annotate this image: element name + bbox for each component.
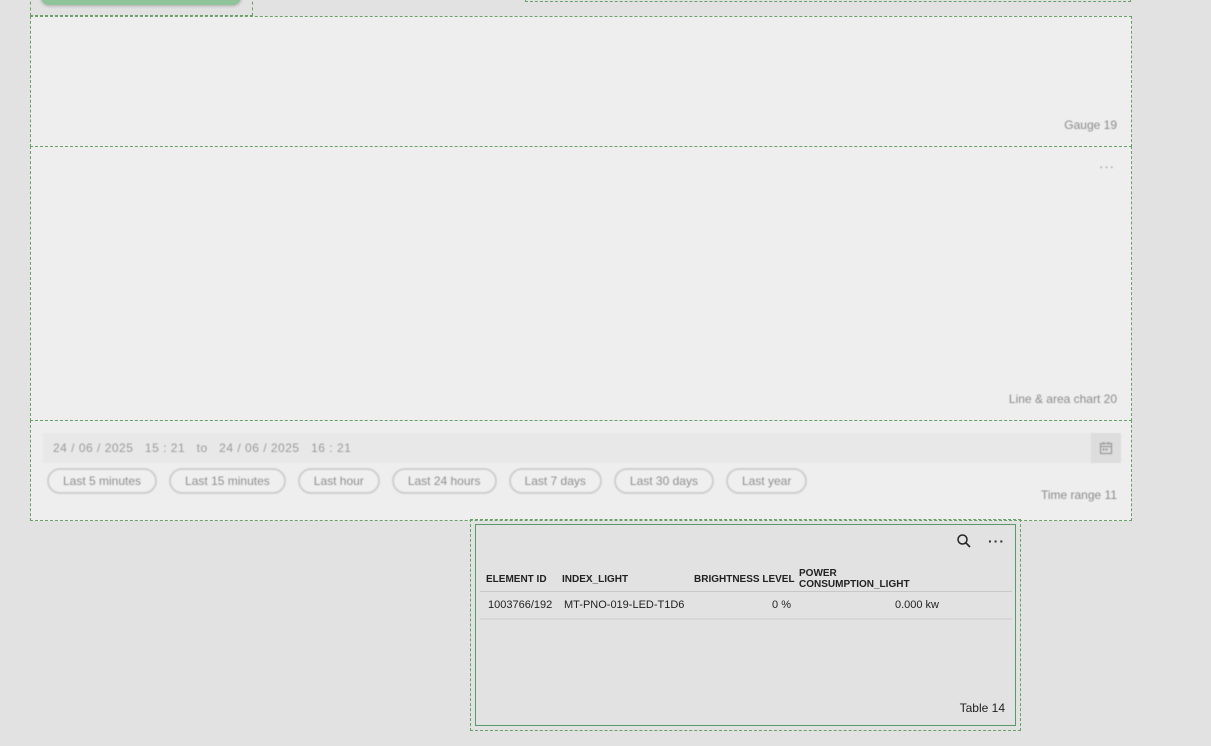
calendar-icon [1099, 442, 1113, 455]
cell-element-id: 1003766/192 [488, 599, 553, 611]
cell-power-consumption: 0.000 kw [894, 599, 939, 611]
line-chart-widget: ··· Line & area chart 20 [30, 146, 1132, 421]
preset-row: Last 5 minutes Last 15 minutes Last hour… [47, 468, 808, 494]
table-caption: Table 14 [959, 701, 1005, 715]
cell-brightness-level: 0 % [772, 599, 791, 611]
data-table: ELEMENT ID INDEX_LIGHT BRIGHTNESS LEVEL … [480, 567, 1012, 620]
date-range-input[interactable]: 24 / 06 / 2025 15 : 21 to 24 / 06 / 2025… [43, 433, 1121, 463]
date-range-text: 24 / 06 / 2025 15 : 21 to 24 / 06 / 2025… [53, 441, 351, 455]
preset-last-hour[interactable]: Last hour [297, 468, 380, 494]
calendar-button[interactable] [1091, 433, 1121, 463]
gauge-widget: Gauge 19 [30, 16, 1132, 147]
to-time[interactable]: 16 : 21 [311, 441, 351, 455]
preset-last-year[interactable]: Last year [725, 468, 808, 494]
cell-index-light: MT-PNO-019-LED-T1D6 [564, 599, 685, 611]
from-time[interactable]: 15 : 21 [145, 441, 185, 455]
table-header-row: ELEMENT ID INDEX_LIGHT BRIGHTNESS LEVEL … [480, 567, 1012, 592]
more-icon[interactable]: ··· [988, 533, 1005, 549]
time-range-caption: Time range 11 [1040, 488, 1117, 502]
line-chart-more-icon[interactable]: ··· [1099, 159, 1115, 174]
preset-last-5-minutes[interactable]: Last 5 minutes [47, 468, 158, 494]
line-chart-caption: Line & area chart 20 [1008, 392, 1117, 406]
column-header-brightness-level[interactable]: BRIGHTNESS LEVEL [694, 574, 795, 585]
from-date[interactable]: 24 / 06 / 2025 [53, 441, 133, 455]
gauge-caption: Gauge 19 [1064, 118, 1117, 132]
time-range-widget: 24 / 06 / 2025 15 : 21 to 24 / 06 / 2025… [30, 420, 1132, 521]
preset-last-7-days[interactable]: Last 7 days [508, 468, 602, 494]
top-left-widget [30, 0, 253, 16]
search-icon[interactable] [956, 533, 972, 549]
preset-last-15-minutes[interactable]: Last 15 minutes [169, 468, 286, 494]
top-green-button[interactable] [41, 0, 241, 5]
preset-last-24-hours[interactable]: Last 24 hours [391, 468, 497, 494]
top-right-widget [525, 0, 1131, 2]
table-row[interactable]: 1003766/192 MT-PNO-019-LED-T1D6 0 % 0.00… [480, 592, 1012, 620]
preset-last-30-days[interactable]: Last 30 days [613, 468, 714, 494]
column-header-element-id[interactable]: ELEMENT ID [480, 574, 558, 585]
table-widget: ··· ELEMENT ID INDEX_LIGHT BRIGHTNESS LE… [470, 519, 1021, 731]
column-header-index-light[interactable]: INDEX_LIGHT [558, 574, 694, 585]
to-date[interactable]: 24 / 06 / 2025 [219, 441, 299, 455]
range-separator: to [196, 441, 208, 455]
table-toolbar: ··· [956, 533, 1005, 549]
table-panel: ··· ELEMENT ID INDEX_LIGHT BRIGHTNESS LE… [475, 524, 1016, 726]
column-header-power-consumption[interactable]: POWER CONSUMPTION_LIGHT [795, 568, 943, 590]
